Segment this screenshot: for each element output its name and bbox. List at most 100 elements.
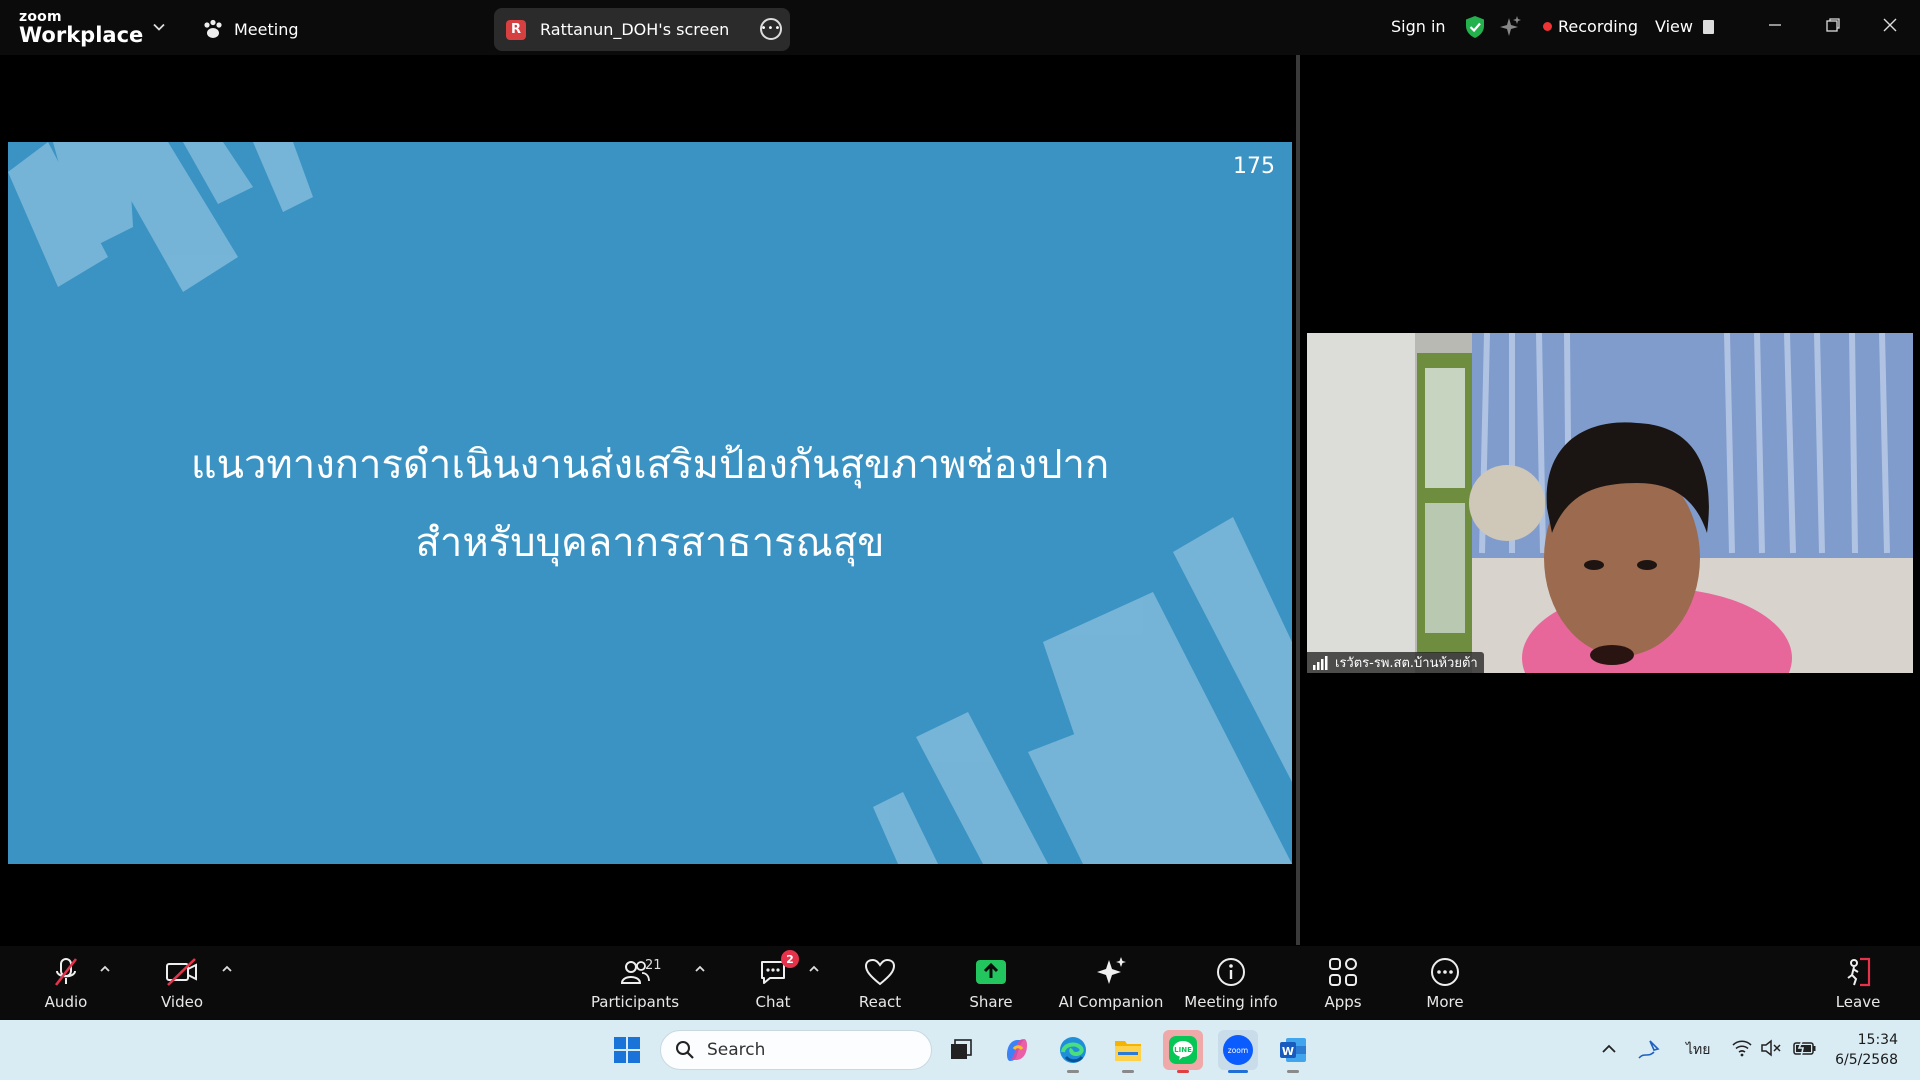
share-button[interactable]: Share: [931, 954, 1051, 1011]
windows-logo-icon: [614, 1037, 640, 1063]
task-view-icon: [951, 1039, 972, 1059]
sign-in-link[interactable]: Sign in: [1391, 17, 1446, 36]
active-indicator: [1228, 1070, 1248, 1073]
audio-button[interactable]: Audio: [6, 954, 126, 1011]
input-language[interactable]: ไทย: [1686, 1039, 1710, 1061]
search-icon: [676, 1041, 694, 1059]
view-button[interactable]: View: [1655, 17, 1714, 36]
meeting-menu-button[interactable]: Meeting: [202, 16, 299, 42]
participant-video[interactable]: [1307, 333, 1913, 673]
running-indicator: [1177, 1070, 1189, 1073]
more-button[interactable]: More: [1385, 954, 1505, 1011]
svg-text:zoom: zoom: [1228, 1046, 1248, 1055]
meeting-toolbar: Audio Video 21 Participants 2 Chat React…: [0, 946, 1920, 1020]
chat-unread-badge: 2: [781, 950, 799, 968]
participant-video-frame: [1307, 333, 1913, 673]
meeting-info-label: Meeting info: [1184, 993, 1278, 1011]
ai-companion-button[interactable]: AI Companion: [1051, 954, 1171, 1011]
edge-button[interactable]: [1053, 1030, 1093, 1073]
file-explorer-button[interactable]: [1108, 1030, 1148, 1073]
leave-button[interactable]: Leave: [1798, 954, 1918, 1011]
clock-time: 15:34: [1857, 1032, 1898, 1048]
task-view-button[interactable]: [941, 1030, 981, 1070]
ai-companion-sparkle-icon: [1097, 957, 1126, 984]
info-icon: [1217, 958, 1245, 986]
meeting-info-button[interactable]: Meeting info: [1171, 954, 1291, 1011]
close-icon[interactable]: [1879, 14, 1901, 36]
participants-count: 21: [645, 958, 662, 973]
view-label: View: [1655, 17, 1693, 36]
wifi-icon[interactable]: [1731, 1038, 1753, 1058]
react-button[interactable]: React: [820, 954, 940, 1011]
audio-label: Audio: [44, 993, 88, 1011]
line-app-button[interactable]: LINE: [1163, 1030, 1203, 1073]
chat-options-chevron-icon[interactable]: [808, 964, 820, 974]
slide-title-line-1: แนวทางการดำเนินงานส่งเสริมป้องกันสุขภาพช…: [190, 442, 1110, 488]
sharer-avatar: R: [506, 19, 526, 40]
taskbar-search[interactable]: Search: [660, 1030, 932, 1070]
leave-door-icon: [1847, 957, 1871, 987]
shared-slide: 175 แนวทางการดำเนินงานส่งเสริมป้องกันสุข…: [8, 142, 1292, 864]
recording-dot-icon: [1543, 22, 1552, 31]
chat-label: Chat: [755, 993, 791, 1011]
ai-companion-label: AI Companion: [1058, 993, 1164, 1011]
slide-title-line-2: สำหรับบุคลากรสาธารณสุข: [415, 520, 885, 566]
start-button[interactable]: [607, 1030, 647, 1070]
windows-taskbar: Search LINE zoom W ไทย 15:34 6/5/2568: [0, 1020, 1920, 1080]
logo-zoom-text: zoom: [19, 9, 62, 25]
share-screen-icon: [976, 960, 1006, 984]
running-indicator: [1122, 1070, 1134, 1073]
ai-sparkle-icon[interactable]: [1498, 15, 1522, 39]
recording-indicator[interactable]: Recording: [1543, 17, 1638, 36]
system-clock[interactable]: 15:34 6/5/2568: [1835, 1030, 1898, 1070]
slide-decoration: [8, 142, 1292, 864]
participants-label: Participants: [590, 993, 680, 1011]
clock-date: 6/5/2568: [1835, 1052, 1898, 1068]
shared-screen-label: Rattanun_DOH's screen: [540, 20, 730, 39]
video-options-chevron-icon[interactable]: [221, 964, 233, 974]
recording-label: Recording: [1558, 17, 1639, 36]
view-layout-icon: [1702, 19, 1714, 34]
word-app-button[interactable]: W: [1273, 1030, 1313, 1073]
running-indicator: [1067, 1070, 1079, 1073]
chevron-down-icon[interactable]: [152, 20, 166, 34]
apps-label: Apps: [1324, 993, 1362, 1011]
shared-screen-indicator[interactable]: R Rattanun_DOH's screen •••: [494, 8, 790, 51]
participants-options-chevron-icon[interactable]: [694, 964, 706, 974]
meeting-paw-icon: [204, 19, 222, 38]
logo-workplace-text: Workplace: [19, 23, 144, 47]
title-bar: zoom Workplace Meeting R Rattanun_DOH's …: [0, 0, 1920, 55]
video-label: Video: [160, 993, 204, 1011]
leave-label: Leave: [1835, 993, 1881, 1011]
minimize-icon[interactable]: [1764, 14, 1786, 36]
video-button[interactable]: Video: [122, 954, 242, 1011]
apps-icon: [1329, 958, 1357, 986]
search-placeholder: Search: [707, 1040, 766, 1060]
speaker-muted-icon[interactable]: [1760, 1038, 1782, 1058]
shield-check-icon[interactable]: [1464, 15, 1486, 39]
zoom-window: zoom Workplace Meeting R Rattanun_DOH's …: [0, 0, 1920, 1080]
zoom-app-icon: zoom: [1223, 1035, 1253, 1065]
location-pen-icon[interactable]: [1636, 1038, 1662, 1062]
more-label: More: [1426, 993, 1464, 1011]
heart-icon: [864, 958, 896, 986]
copilot-button[interactable]: [997, 1030, 1037, 1070]
participants-button[interactable]: 21 Participants: [575, 954, 695, 1011]
more-dots-icon: [1431, 958, 1459, 986]
line-app-icon: LINE: [1169, 1036, 1197, 1064]
restore-icon[interactable]: [1822, 14, 1844, 36]
audio-options-chevron-icon[interactable]: [99, 964, 111, 974]
react-label: React: [858, 993, 902, 1011]
show-hidden-icons-chevron-icon[interactable]: [1601, 1042, 1617, 1056]
chat-button[interactable]: 2 Chat: [713, 950, 833, 1011]
camera-off-icon: [166, 958, 197, 986]
copilot-icon: [1007, 1039, 1027, 1061]
slide-page-number: 175: [1233, 154, 1275, 179]
panel-resize-handle[interactable]: [1296, 55, 1300, 945]
battery-charging-icon[interactable]: [1792, 1038, 1818, 1058]
more-options-icon[interactable]: •••: [760, 18, 782, 40]
svg-text:LINE: LINE: [1174, 1046, 1192, 1054]
edge-browser-icon: [1060, 1037, 1086, 1063]
svg-text:W: W: [1282, 1045, 1294, 1058]
zoom-app-button[interactable]: zoom: [1218, 1030, 1258, 1073]
